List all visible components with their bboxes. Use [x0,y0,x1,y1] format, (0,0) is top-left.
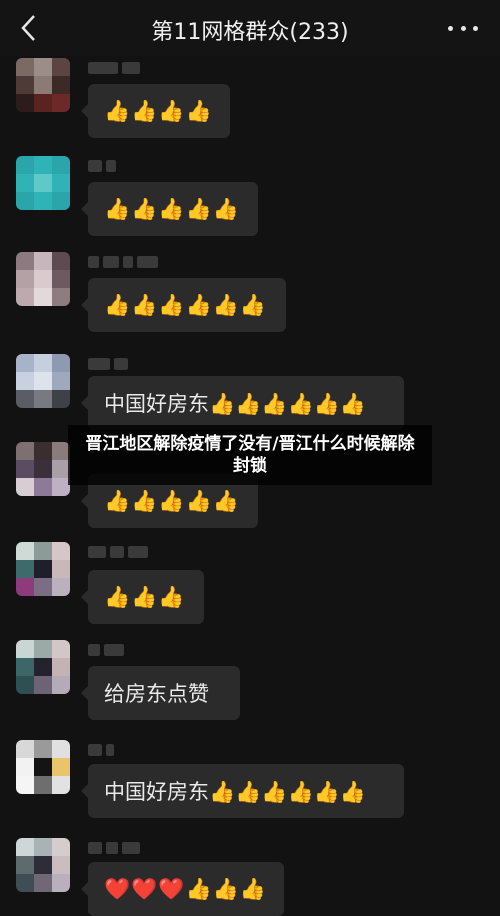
message-bubble[interactable]: ❤️❤️❤️👍👍👍 [81,862,284,916]
sender-name-blurred [88,546,158,558]
message-text: 中国好房东👍👍👍👍👍👍 [104,780,366,804]
message-text: 👍👍👍👍👍👍 [104,292,267,317]
message-bubble[interactable]: 中国好房东👍👍👍👍👍👍 [81,764,404,818]
headline-overlay: 晋江地区解除疫情了没有/晋江什么时候解除封锁 [68,425,432,485]
message-text: 👍👍👍 [104,584,186,609]
message-bubble[interactable]: 👍👍👍👍👍👍 [81,278,286,332]
sender-name-blurred [88,160,158,172]
message-bubble[interactable]: 给房东点赞 [81,666,240,720]
message-text: ❤️❤️❤️👍👍👍 [104,876,267,901]
message-text: 👍👍👍👍👍 [104,488,240,513]
avatar[interactable] [16,156,70,210]
avatar[interactable] [16,354,70,408]
sender-name-blurred [88,358,158,370]
more-dots-icon [448,25,453,31]
avatar[interactable] [16,640,70,694]
sender-name-blurred [88,256,158,268]
message-bubble[interactable]: 👍👍👍 [81,570,204,624]
message-text: 👍👍👍👍👍 [104,196,240,221]
message-bubble[interactable]: 👍👍👍👍👍 [81,182,258,236]
message-text: 中国好房东👍👍👍👍👍👍 [104,392,366,416]
avatar[interactable] [16,252,70,306]
avatar[interactable] [16,740,70,794]
sender-name-blurred [88,744,158,756]
message-text: 给房东点赞 [104,682,209,706]
sender-name-blurred [88,842,158,854]
message-bubble[interactable]: 中国好房东👍👍👍👍👍👍 [81,376,404,430]
sender-name-blurred [88,644,158,656]
chat-title: 第11网格群众(233) [151,20,349,45]
avatar[interactable] [16,838,70,892]
avatar[interactable] [16,58,70,112]
headline-text: 晋江地区解除疫情了没有/晋江什么时候解除封锁 [85,434,415,476]
message-text: 👍👍👍👍 [104,98,213,123]
more-options-button[interactable] [448,18,478,38]
avatar[interactable] [16,542,70,596]
avatar[interactable] [16,442,70,496]
message-bubble[interactable]: 👍👍👍👍 [81,84,230,138]
sender-name-blurred [88,62,158,74]
top-bar: 第11网格群众(233) [0,0,500,56]
